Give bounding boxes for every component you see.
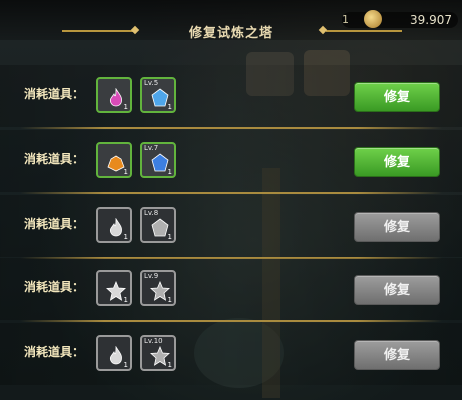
item-count: 1: [123, 296, 128, 304]
item-count: 1: [123, 168, 128, 176]
repair-button[interactable]: 修复: [354, 340, 440, 370]
panel-title: 修复试炼之塔: [188, 26, 273, 41]
item-slot[interactable]: Lv.9 1: [140, 270, 176, 306]
item-count: 1: [123, 103, 128, 111]
item-level: Lv.8: [144, 209, 159, 217]
item-slot[interactable]: Lv.10 1: [140, 335, 176, 371]
consumables-label: 消耗道具：: [24, 345, 85, 359]
item-count: 1: [167, 233, 172, 241]
item-count: 1: [167, 103, 172, 111]
item-level: Lv.7: [144, 144, 159, 152]
row-divider: [20, 192, 442, 194]
item-slot[interactable]: 1: [96, 207, 132, 243]
item-slot[interactable]: 1: [96, 270, 132, 306]
item-slot[interactable]: 1: [96, 335, 132, 371]
item-level: Lv.10: [144, 337, 163, 345]
row-divider: [20, 127, 442, 129]
repair-button[interactable]: 修复: [354, 212, 440, 242]
consumables-label: 消耗道具：: [24, 152, 85, 166]
item-slot[interactable]: Lv.7 1: [140, 142, 176, 178]
item-slot[interactable]: Lv.8 1: [140, 207, 176, 243]
item-level: Lv.5: [144, 79, 159, 87]
repair-button[interactable]: 修复: [354, 82, 440, 112]
repair-row: 消耗道具： 1 Lv.5 1 修复: [0, 65, 462, 127]
item-count: 1: [167, 168, 172, 176]
repair-row: 消耗道具： 1 Lv.9 1 修复: [0, 258, 462, 320]
item-level: Lv.9: [144, 272, 159, 280]
repair-button[interactable]: 修复: [354, 275, 440, 305]
consumables-label: 消耗道具：: [24, 280, 85, 294]
item-slot[interactable]: Lv.5 1: [140, 77, 176, 113]
repair-row: 消耗道具： 1 Lv.8 1 修复: [0, 195, 462, 257]
item-count: 1: [123, 361, 128, 369]
item-slot[interactable]: 1: [96, 77, 132, 113]
item-count: 1: [123, 233, 128, 241]
consumables-label: 消耗道具：: [24, 217, 85, 231]
repair-row: 消耗道具： 1 Lv.7 1 修复: [0, 130, 462, 192]
item-count: 1: [167, 361, 172, 369]
item-count: 1: [167, 296, 172, 304]
consumables-label: 消耗道具：: [24, 87, 85, 101]
repair-row: 消耗道具： 1 Lv.10 1 修复: [0, 323, 462, 385]
row-divider: [20, 320, 442, 322]
item-slot[interactable]: 1: [96, 142, 132, 178]
repair-button[interactable]: 修复: [354, 147, 440, 177]
